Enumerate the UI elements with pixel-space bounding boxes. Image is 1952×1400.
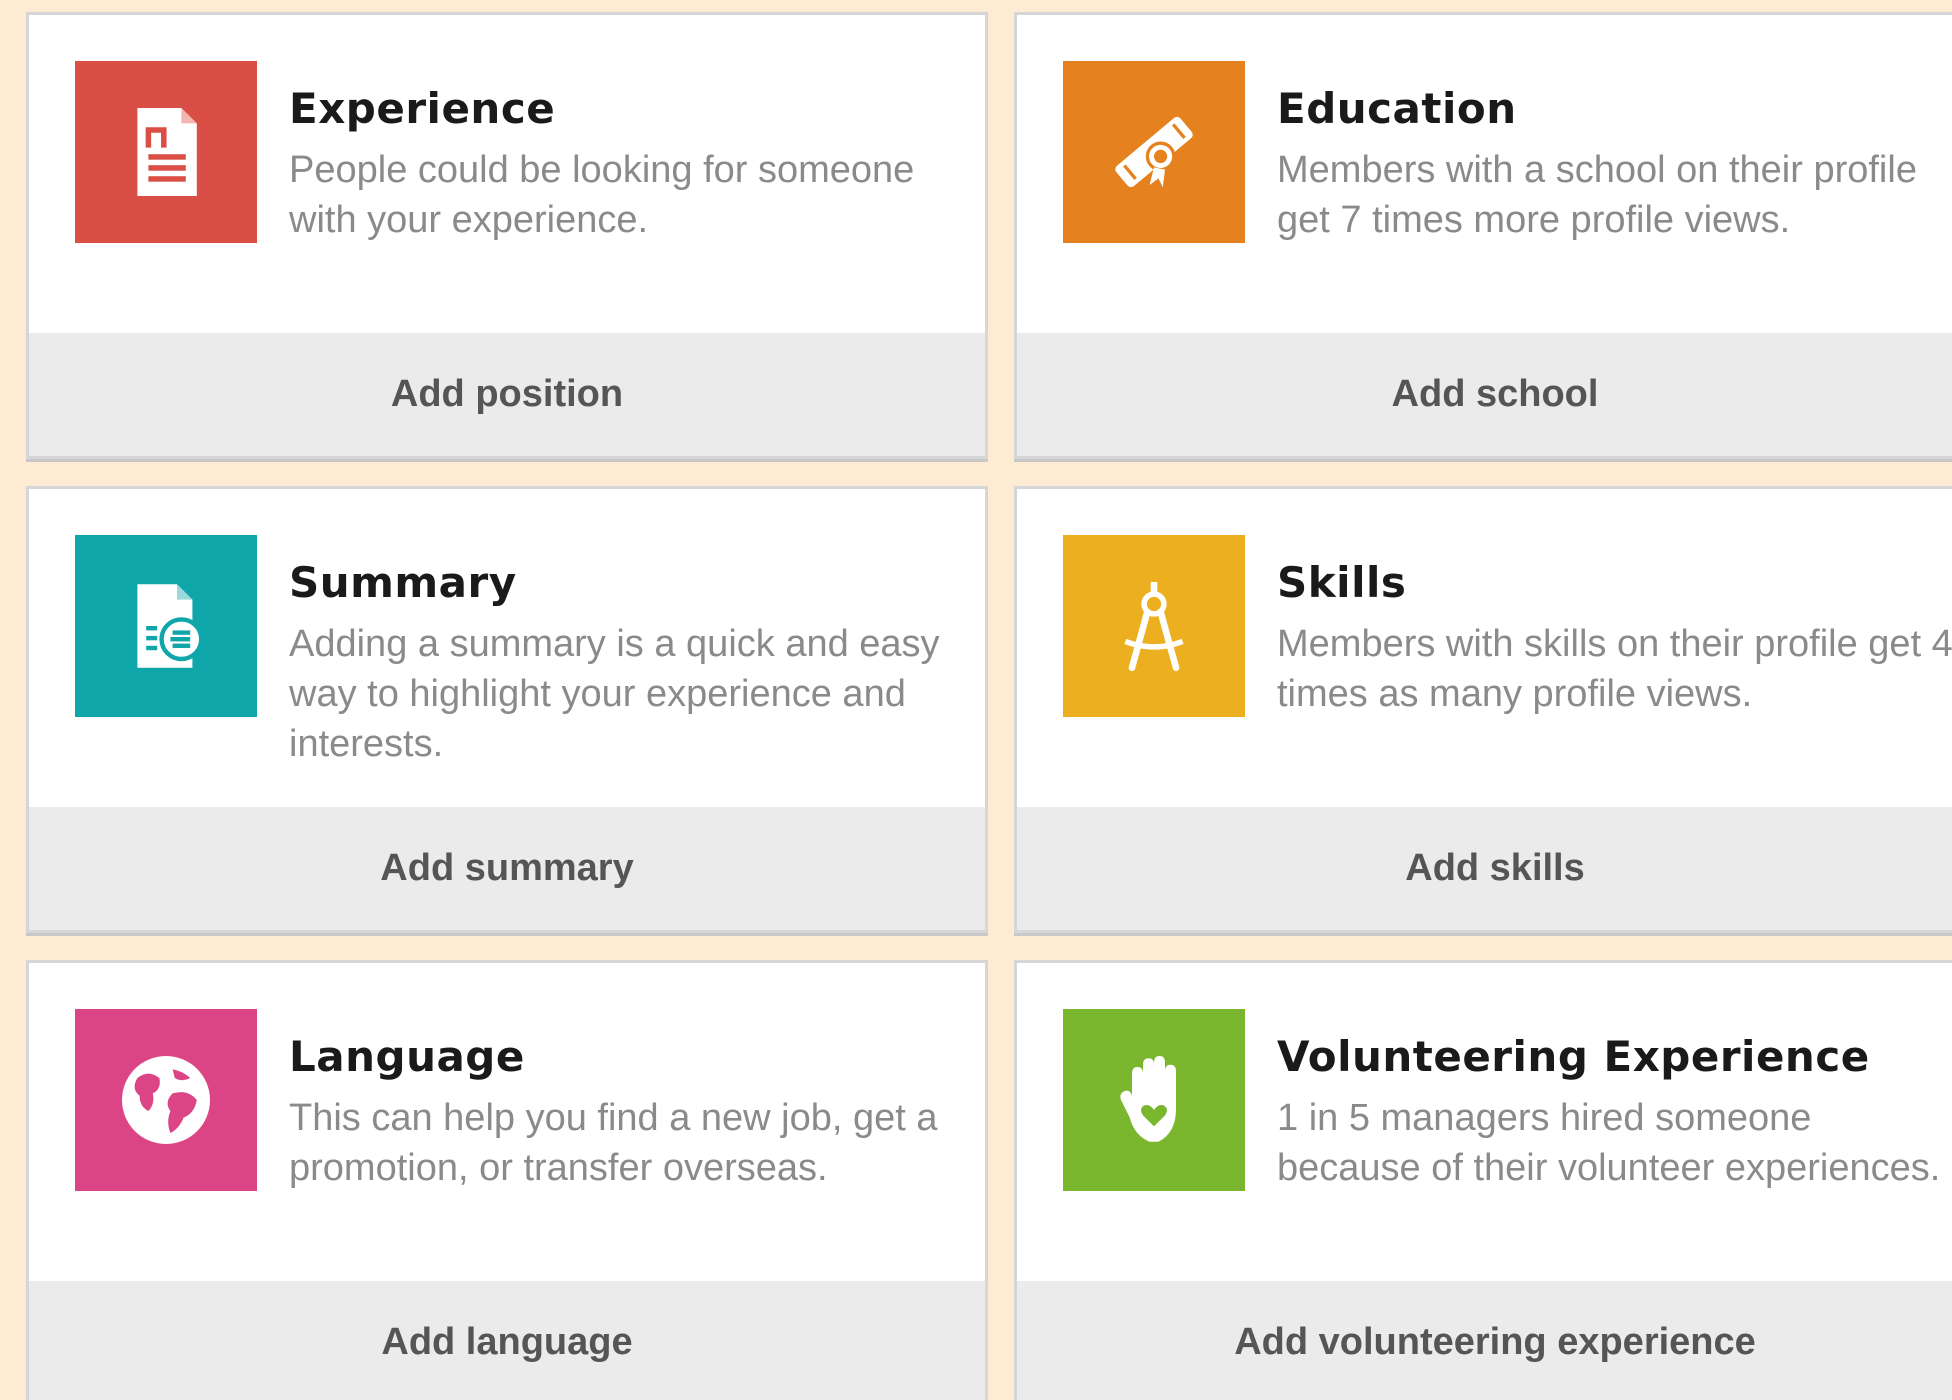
experience-card: Experience People could be looking for s… <box>26 12 988 459</box>
education-card-body: Education Members with a school on their… <box>1017 15 1952 333</box>
summary-text: Summary Adding a summary is a quick and … <box>289 559 965 769</box>
skills-description: Members with skills on their profile get… <box>1277 623 1952 715</box>
education-text: Education Members with a school on their… <box>1277 85 1952 245</box>
skills-icon-tile <box>1063 535 1245 717</box>
volunteering-card: Volunteering Experience 1 in 5 managers … <box>1014 960 1952 1400</box>
language-card: Language This can help you find a new jo… <box>26 960 988 1400</box>
experience-icon-tile <box>75 61 257 243</box>
add-position-label: Add position <box>390 373 624 415</box>
language-icon-tile <box>75 1009 257 1191</box>
add-volunteering-experience-label: Add volunteering experience <box>1234 1321 1756 1363</box>
add-language-button[interactable]: Add language <box>29 1281 985 1400</box>
experience-text: Experience People could be looking for s… <box>289 85 965 245</box>
experience-title: Experience <box>289 84 556 133</box>
volunteering-title: Volunteering Experience <box>1277 1032 1870 1081</box>
add-position-button[interactable]: Add position <box>29 333 985 456</box>
profile-sections-page: Experience People could be looking for s… <box>0 0 1952 1400</box>
add-summary-label: Add summary <box>380 847 634 889</box>
language-description: This can help you find a new job, get a … <box>289 1097 938 1189</box>
add-skills-button[interactable]: Add skills <box>1017 807 1952 930</box>
volunteering-text: Volunteering Experience 1 in 5 managers … <box>1277 1033 1952 1193</box>
volunteering-card-body: Volunteering Experience 1 in 5 managers … <box>1017 963 1952 1281</box>
summary-title: Summary <box>289 558 517 607</box>
skills-card-body: Skills Members with skills on their prof… <box>1017 489 1952 807</box>
diploma-icon <box>1115 116 1193 188</box>
profile-section-grid: Experience People could be looking for s… <box>26 12 1952 1400</box>
education-description: Members with a school on their profile g… <box>1277 149 1917 241</box>
skills-card: Skills Members with skills on their prof… <box>1014 486 1952 933</box>
summary-icon-tile <box>75 535 257 717</box>
summary-card: Summary Adding a summary is a quick and … <box>26 486 988 933</box>
skills-title: Skills <box>1277 558 1407 607</box>
education-title: Education <box>1277 84 1517 133</box>
skills-text: Skills Members with skills on their prof… <box>1277 559 1952 719</box>
compass-icon <box>1124 582 1184 672</box>
summary-description: Adding a summary is a quick and easy way… <box>289 623 940 765</box>
summary-document-icon <box>137 584 204 668</box>
volunteering-icon-tile <box>1063 1009 1245 1191</box>
language-text: Language This can help you find a new jo… <box>289 1033 965 1193</box>
experience-card-body: Experience People could be looking for s… <box>29 15 985 333</box>
education-card: Education Members with a school on their… <box>1014 12 1952 459</box>
experience-description: People could be looking for someone with… <box>289 149 915 241</box>
add-summary-button[interactable]: Add summary <box>29 807 985 930</box>
add-school-button[interactable]: Add school <box>1017 333 1952 456</box>
resume-document-icon <box>137 108 197 196</box>
hand-heart-icon <box>1120 1056 1176 1142</box>
add-school-label: Add school <box>1391 373 1599 415</box>
add-volunteering-experience-button[interactable]: Add volunteering experience <box>1017 1281 1952 1400</box>
language-title: Language <box>289 1032 525 1081</box>
add-skills-label: Add skills <box>1405 847 1585 889</box>
summary-card-body: Summary Adding a summary is a quick and … <box>29 489 985 807</box>
add-language-label: Add language <box>381 1321 633 1363</box>
globe-icon <box>122 1056 210 1144</box>
language-card-body: Language This can help you find a new jo… <box>29 963 985 1281</box>
education-icon-tile <box>1063 61 1245 243</box>
volunteering-description: 1 in 5 managers hired someone because of… <box>1277 1097 1941 1189</box>
